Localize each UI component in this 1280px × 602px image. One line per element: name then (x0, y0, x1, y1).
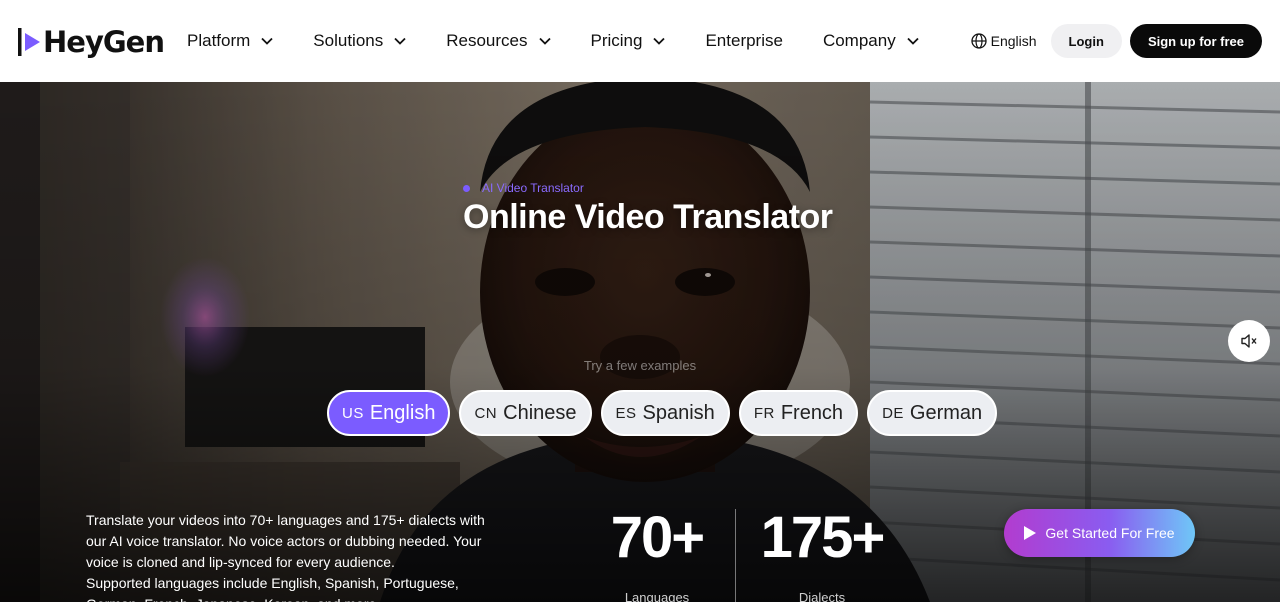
get-started-button[interactable]: Get Started For Free (1004, 509, 1195, 557)
hero-description: Translate your videos into 70+ languages… (86, 510, 486, 602)
language-tab-spanish[interactable]: ES Spanish (600, 390, 730, 436)
play-icon (1024, 526, 1037, 540)
language-tab-english[interactable]: US English (327, 390, 451, 436)
language-tab-german[interactable]: DE German (867, 390, 998, 436)
nav-company[interactable]: Company (823, 31, 919, 51)
stat-value: 70+ (610, 505, 705, 570)
language-example-tabs: US English CN Chinese ES Spanish FR Fren… (327, 390, 1006, 436)
top-navigation: HeyGen Platform Solutions Resources Pric… (0, 0, 1280, 82)
chevron-down-icon (394, 37, 406, 45)
language-name: Spanish (642, 401, 715, 424)
nav-pricing[interactable]: Pricing (591, 31, 666, 51)
stat-divider (735, 509, 736, 602)
stat-value: 175+ (760, 505, 886, 570)
supported-languages-text: Supported languages include English, Spa… (86, 575, 459, 602)
main-menu: Platform Solutions Resources Pricing Ent… (187, 0, 959, 82)
language-tab-chinese[interactable]: CN Chinese (459, 390, 592, 436)
eyebrow-dot-icon (463, 184, 470, 192)
language-code: DE (882, 404, 904, 422)
chevron-down-icon (538, 37, 551, 45)
heygen-logo-icon (18, 28, 42, 56)
chevron-down-icon (653, 37, 666, 45)
nav-resources[interactable]: Resources (446, 31, 551, 51)
get-started-label: Get Started For Free (1045, 525, 1175, 541)
signup-button[interactable]: Sign up for free (1129, 24, 1262, 58)
nav-solutions[interactable]: Solutions (313, 31, 406, 51)
nav-solutions-label: Solutions (313, 31, 384, 50)
stat-dialects: 175+ Dialects (757, 504, 887, 602)
chevron-down-icon (907, 37, 919, 45)
language-tab-french[interactable]: FR French (738, 390, 859, 436)
nav-enterprise-label: Enterprise (705, 31, 783, 50)
nav-actions: English Login Sign up for free (970, 0, 1262, 82)
language-selector[interactable]: English (970, 33, 1037, 49)
nav-platform-label: Platform (187, 31, 251, 50)
language-label: English (990, 33, 1037, 49)
heygen-logo[interactable]: HeyGen (18, 24, 165, 60)
page-title: Online Video Translator (463, 198, 833, 236)
hero-description-text: Translate your videos into 70+ languages… (86, 512, 485, 570)
mute-toggle-button[interactable] (1228, 320, 1270, 362)
chevron-down-icon (261, 37, 273, 45)
language-name: French (780, 401, 844, 424)
login-button[interactable]: Login (1050, 24, 1122, 58)
stat-label: Dialects (798, 590, 846, 602)
nav-company-label: Company (822, 31, 896, 50)
language-code: CN (474, 404, 498, 422)
language-name: Chinese (503, 401, 577, 424)
heygen-wordmark: HeyGen (43, 25, 165, 59)
eyebrow-label: AI Video Translator (482, 181, 584, 195)
language-name: German (909, 401, 983, 424)
stat-languages: 70+ Languages (598, 504, 716, 602)
examples-label: Try a few examples (583, 358, 697, 373)
hero-eyebrow: AI Video Translator (463, 181, 584, 195)
stat-label: Languages (624, 590, 690, 602)
hero-section: AI Video Translator Online Video Transla… (0, 82, 1280, 602)
language-code: US (342, 404, 364, 422)
nav-resources-label: Resources (446, 31, 528, 50)
nav-platform[interactable]: Platform (187, 31, 273, 51)
nav-pricing-label: Pricing (590, 31, 643, 50)
language-code: FR (753, 404, 775, 422)
globe-icon (970, 33, 987, 49)
language-code: ES (615, 404, 637, 422)
language-name: English (369, 401, 436, 424)
nav-enterprise[interactable]: Enterprise (705, 31, 782, 51)
speaker-muted-icon (1241, 334, 1257, 348)
